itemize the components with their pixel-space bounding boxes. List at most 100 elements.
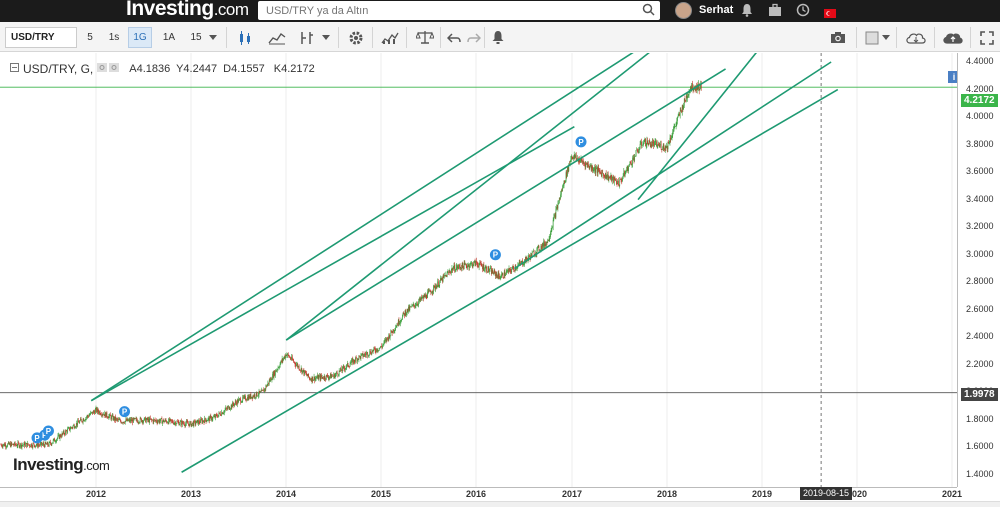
candle-body [207, 420, 208, 422]
fullscreen-icon[interactable] [975, 27, 999, 48]
candle-body [607, 174, 608, 178]
timeframe-1g[interactable]: 1G [128, 27, 152, 48]
gear-icon[interactable] [344, 27, 368, 48]
search-icon[interactable] [642, 3, 655, 21]
symbol-input[interactable]: USD/TRY [5, 27, 77, 48]
timeframe-dropdown-icon[interactable] [205, 27, 221, 48]
candle-body [677, 115, 679, 117]
price-chart[interactable]: P PPPPP [0, 53, 1000, 507]
candle-body [321, 377, 323, 378]
candle-body [430, 291, 432, 294]
legend-collapse-icon[interactable] [10, 63, 19, 75]
candle-body [388, 334, 390, 340]
candle-body [164, 419, 166, 422]
candle-body [232, 402, 233, 408]
candle-body [110, 416, 112, 420]
candle-body [336, 372, 337, 374]
divider [440, 27, 441, 48]
candle-body [631, 163, 633, 165]
range-selector-strip[interactable] [0, 501, 1000, 507]
timeframe-1s[interactable]: 1s [102, 27, 126, 48]
candle-body [215, 414, 216, 418]
indicators-dropdown-icon[interactable] [318, 27, 334, 48]
candle-body [452, 268, 454, 271]
candle-body [141, 420, 143, 423]
candle-body [512, 266, 513, 270]
compare-icon[interactable] [378, 27, 402, 48]
candles-icon[interactable] [233, 27, 257, 48]
candle-body [690, 86, 691, 90]
candle-body [159, 421, 161, 423]
candle-body [462, 263, 464, 267]
candle-body [120, 421, 122, 424]
candle-body [603, 175, 605, 177]
candle-body [128, 420, 129, 421]
candle-body [503, 277, 504, 278]
cloud-upload-icon[interactable] [940, 27, 966, 48]
balance-scale-icon[interactable] [413, 27, 437, 48]
search-input[interactable] [266, 2, 636, 20]
indicators-icon[interactable] [295, 27, 319, 48]
color-dropdown-icon[interactable] [879, 27, 893, 48]
candle-body [593, 170, 595, 171]
candle-body [606, 177, 608, 179]
redo-icon[interactable] [462, 27, 486, 48]
candle-body [479, 261, 481, 265]
username[interactable]: Serhat [699, 4, 733, 16]
candle-body [10, 442, 12, 447]
candle-body [41, 444, 43, 446]
candle-body [357, 358, 359, 360]
legend-settings-icon[interactable] [97, 63, 120, 75]
cloud-save-icon[interactable] [903, 27, 929, 48]
candle-body [68, 427, 70, 428]
candle-body [508, 268, 510, 273]
bell-icon[interactable] [741, 3, 753, 22]
candle-body [679, 110, 681, 116]
candle-body [384, 340, 386, 342]
candle-body [615, 180, 617, 181]
candle-body [435, 286, 437, 289]
candle-body [387, 337, 389, 340]
turkey-flag-icon[interactable] [824, 5, 836, 23]
candle-body [323, 376, 325, 379]
investing-logo[interactable]: Investing.com [126, 0, 249, 21]
candle-body [72, 425, 74, 428]
candle-body [616, 182, 618, 185]
candle-body [323, 378, 324, 380]
search-box[interactable] [258, 1, 660, 20]
candle-body [532, 251, 534, 253]
candle-body [254, 394, 256, 398]
candle-body [164, 421, 165, 423]
timeframe-1a[interactable]: 1A [157, 27, 181, 48]
candle-body [127, 418, 129, 421]
camera-icon[interactable] [826, 27, 850, 48]
user-avatar[interactable] [675, 2, 692, 19]
clock-icon[interactable] [796, 3, 810, 22]
candle-body [225, 407, 227, 410]
candle-body [550, 233, 551, 237]
candle-body [139, 422, 140, 423]
candle-body [528, 255, 530, 258]
candle-body [312, 376, 314, 381]
candle-body [570, 159, 572, 162]
candle-body [52, 439, 54, 443]
briefcase-icon[interactable] [768, 3, 782, 22]
timeframe-5[interactable]: 5 [78, 27, 102, 48]
candle-body [600, 171, 602, 173]
candle-body [551, 227, 553, 231]
alert-bell-icon[interactable] [486, 27, 510, 48]
candle-body [94, 411, 95, 414]
candle-body [448, 271, 449, 273]
candle-body [403, 312, 405, 314]
candle-body [659, 144, 661, 147]
candle-body [129, 419, 131, 422]
candle-body [342, 366, 344, 368]
candle-body [16, 444, 17, 447]
event-pin-label: P [122, 408, 128, 417]
candle-body [657, 143, 659, 146]
line-chart-icon[interactable] [265, 27, 289, 48]
candle-body [402, 315, 403, 320]
candle-body [114, 416, 116, 421]
candle-body [84, 419, 86, 421]
candle-body [5, 444, 7, 448]
